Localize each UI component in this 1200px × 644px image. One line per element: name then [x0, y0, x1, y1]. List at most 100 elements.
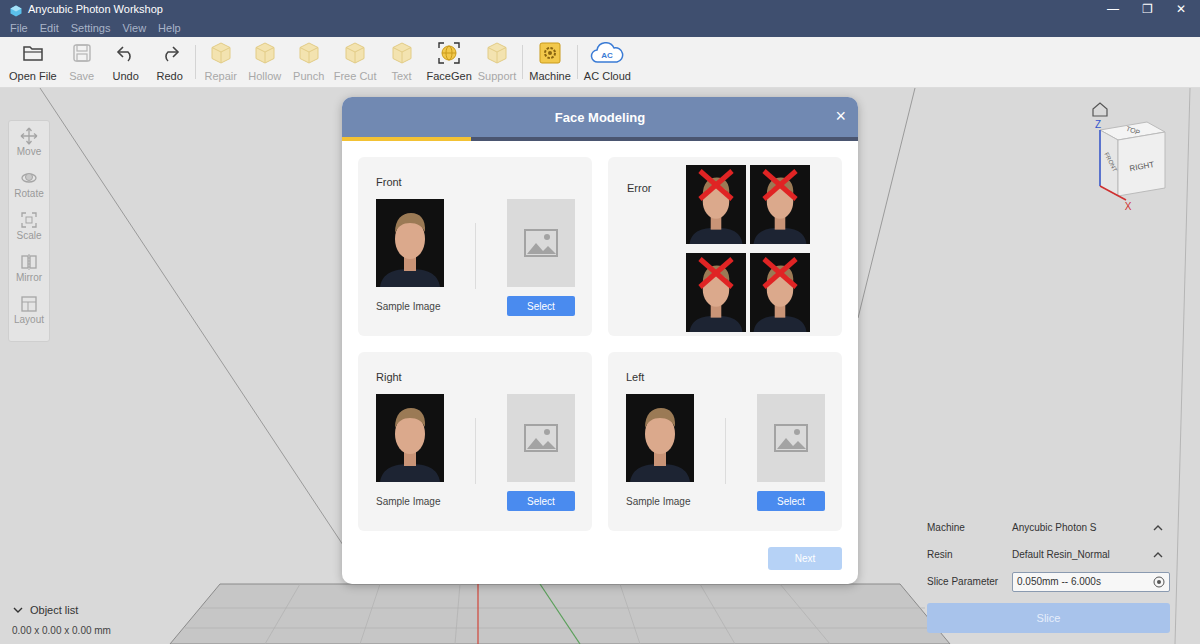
sample-photo — [750, 165, 810, 244]
image-placeholder-icon[interactable] — [507, 199, 575, 287]
cube-icon — [344, 42, 366, 64]
close-button[interactable]: × — [835, 106, 846, 126]
sample-caption: Sample Image — [626, 496, 706, 507]
setting-label: Resin — [927, 549, 1012, 560]
toolbar-button[interactable]: Punch — [287, 42, 331, 82]
window-controls: —❐✕ — [1096, 0, 1200, 18]
cube-face-label[interactable]: FRONT — [1103, 152, 1118, 173]
cube-face-label[interactable]: TOP — [1125, 125, 1141, 137]
tool-button[interactable]: Mirror — [9, 253, 49, 295]
slice-button[interactable]: Slice — [927, 603, 1170, 633]
dialog-footer: Next — [358, 547, 842, 570]
select-button[interactable]: Select — [507, 296, 575, 316]
menu-item[interactable]: File — [10, 22, 28, 34]
object-list-label: Object list — [30, 604, 78, 616]
upload-card: Right Sample ImageSelect — [358, 352, 592, 531]
toolbar-button[interactable]: Free Cut — [331, 42, 380, 82]
toolbar-button[interactable]: Repair — [199, 42, 243, 82]
image-placeholder-icon[interactable] — [757, 394, 825, 482]
menu-item[interactable]: Edit — [40, 22, 59, 34]
toolbar-button[interactable]: ACAC Cloud — [581, 42, 634, 82]
settings-icon[interactable] — [1153, 576, 1165, 588]
error-example — [750, 253, 810, 332]
menu-bar: File Edit Settings View Help — [0, 18, 1200, 37]
folder-icon — [22, 42, 44, 64]
toolbar-label: Machine — [529, 70, 571, 82]
progress-fill — [342, 137, 471, 141]
select-button[interactable]: Select — [507, 491, 575, 511]
toolbar-button[interactable]: FaceGen — [424, 42, 475, 82]
tool-label: Rotate — [14, 188, 43, 199]
app-logo-icon — [10, 3, 22, 15]
card-title: Right — [376, 371, 575, 383]
select-button[interactable]: Select — [757, 491, 825, 511]
toolbar-button[interactable]: Redo — [148, 42, 192, 82]
toolbar-button[interactable]: Text — [380, 42, 424, 82]
scale-icon — [20, 211, 38, 229]
element: Error — [627, 165, 686, 336]
dialog-body: Front Sample Image Select Error Right Sample … — [342, 141, 858, 584]
chevron-icon[interactable] — [1152, 549, 1164, 561]
error-card: Error — [608, 157, 842, 336]
toolbar-label: Save — [69, 70, 94, 82]
toolbar-button[interactable]: Save — [60, 42, 104, 82]
object-list-header[interactable]: Object list — [12, 604, 111, 616]
redo-icon — [159, 42, 181, 64]
tool-button[interactable]: Rotate — [9, 169, 49, 211]
toolbar-button[interactable]: Hollow — [243, 42, 287, 82]
setting-row[interactable]: MachineAnycubic Photon S — [927, 514, 1170, 541]
maximize-button[interactable]: ❐ — [1130, 0, 1164, 18]
menu-item[interactable]: View — [122, 22, 146, 34]
toolbar: Open File Save UndoRedo Repair Hollow PunchFr… — [0, 37, 1200, 88]
tool-button[interactable]: Layout — [9, 295, 49, 337]
face-scan-icon — [438, 42, 460, 64]
menu-item[interactable]: Help — [158, 22, 181, 34]
tool-button[interactable]: Scale — [9, 211, 49, 253]
image-placeholder-icon[interactable] — [507, 394, 575, 482]
minimize-button[interactable]: — — [1096, 0, 1130, 18]
toolbar-label: Hollow — [248, 70, 281, 82]
toolbar-button[interactable]: Machine — [526, 42, 574, 82]
menu-item[interactable]: Settings — [71, 22, 111, 34]
cube-icon — [210, 42, 232, 64]
upload-row: Sample ImageSelect — [376, 394, 575, 511]
setting-row[interactable]: ResinDefault Resin_Normal — [927, 541, 1170, 568]
chevron-icon[interactable] — [1152, 522, 1164, 534]
cube-icon — [254, 42, 276, 64]
divider — [725, 418, 726, 484]
home-icon[interactable] — [1093, 103, 1107, 116]
card-grid: Front Sample Image Select Error Right Sample … — [358, 157, 842, 531]
chevron-icon — [12, 604, 24, 616]
upload-row: Sample Image Select — [376, 199, 575, 316]
toolbar-label: Repair — [205, 70, 237, 82]
setting-field[interactable]: 0.050mm -- 6.000s — [1012, 572, 1170, 592]
workspace[interactable]: Move Rotate Scale Mirror Layout TOP FRONT RIGHT… — [0, 88, 1200, 644]
sample-photo — [376, 199, 444, 287]
upload-row: Sample Image Select — [626, 394, 825, 511]
toolbar-button[interactable]: Support — [475, 42, 520, 82]
card-title: Front — [376, 176, 575, 188]
sample-column: Sample Image — [376, 199, 456, 316]
cube-icon — [298, 42, 320, 64]
card-title: Error — [627, 182, 651, 194]
cube-face-label[interactable]: RIGHT — [1129, 160, 1155, 173]
slice-settings: MachineAnycubic Photon SResinDefault Res… — [927, 514, 1170, 633]
sample-photo — [376, 394, 444, 482]
toolbar-button[interactable]: Open File — [6, 42, 60, 82]
toolbar-label: Text — [391, 70, 411, 82]
close-button[interactable]: ✕ — [1164, 0, 1198, 18]
cross-icon — [750, 165, 810, 244]
toolbar-button[interactable]: Undo — [104, 42, 148, 82]
title-bar: Anycubic Photon Workshop—❐✕FileEditSetti… — [0, 0, 1200, 37]
rotate-icon — [20, 169, 38, 187]
toolbar-label: AC Cloud — [584, 70, 631, 82]
next-button[interactable]: Next — [768, 547, 842, 570]
view-cube[interactable]: TOPFRONTRIGHTZX — [1090, 100, 1170, 215]
card-title: Left — [626, 371, 825, 383]
tool-button[interactable]: Move — [9, 127, 49, 169]
tool-label: Mirror — [16, 272, 42, 283]
tool-palette: Move Rotate Scale Mirror Layout — [8, 120, 50, 342]
upload-card: Front Sample Image Select — [358, 157, 592, 336]
upload-column: Select — [757, 394, 825, 511]
setting-value: Anycubic Photon S — [1012, 522, 1152, 533]
